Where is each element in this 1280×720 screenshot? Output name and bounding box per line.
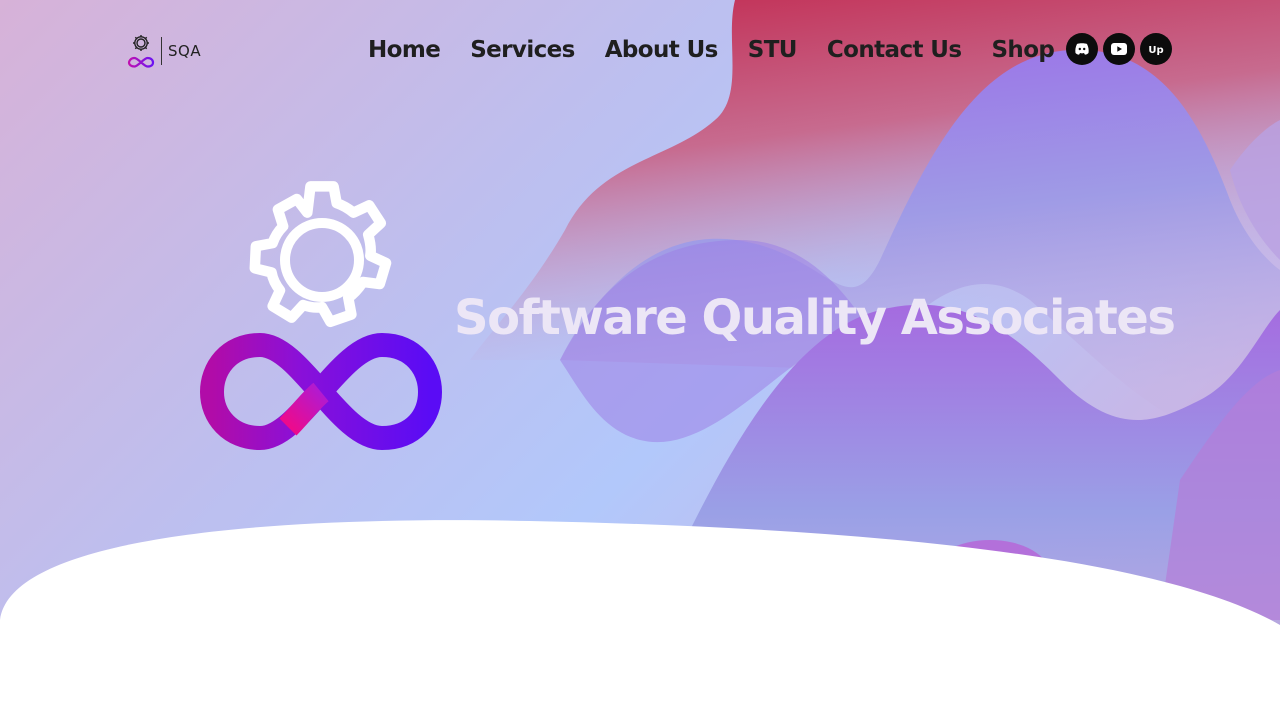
main-nav: Home Services About Us STU Contact Us Sh… bbox=[368, 30, 1055, 70]
nav-contact-us[interactable]: Contact Us bbox=[827, 30, 962, 70]
infinity-icon bbox=[200, 332, 443, 451]
bottom-curve bbox=[0, 520, 1280, 720]
nav-services[interactable]: Services bbox=[470, 30, 575, 70]
svg-text:Up: Up bbox=[1148, 45, 1163, 56]
nav-shop[interactable]: Shop bbox=[991, 30, 1054, 70]
nav-about-us[interactable]: About Us bbox=[605, 30, 719, 70]
upwork-icon: Up bbox=[1148, 45, 1163, 56]
upwork-button[interactable]: Up bbox=[1140, 33, 1172, 65]
nav-home[interactable]: Home bbox=[368, 30, 441, 70]
discord-icon bbox=[1075, 43, 1089, 55]
logo-divider bbox=[161, 37, 162, 65]
discord-button[interactable] bbox=[1066, 33, 1098, 65]
social-links: Up bbox=[1066, 33, 1172, 65]
nav-stu[interactable]: STU bbox=[748, 30, 798, 70]
logo-text: SQA bbox=[168, 42, 202, 60]
youtube-button[interactable] bbox=[1103, 33, 1135, 65]
sqa-logo-icon bbox=[127, 35, 155, 68]
youtube-icon bbox=[1111, 43, 1127, 55]
hero-section bbox=[0, 0, 1280, 720]
hero-title: Software Quality Associates bbox=[454, 290, 1176, 346]
gear-icon bbox=[249, 181, 392, 328]
hero-logo-icon bbox=[200, 181, 443, 451]
brand-logo[interactable]: SQA bbox=[127, 34, 201, 68]
